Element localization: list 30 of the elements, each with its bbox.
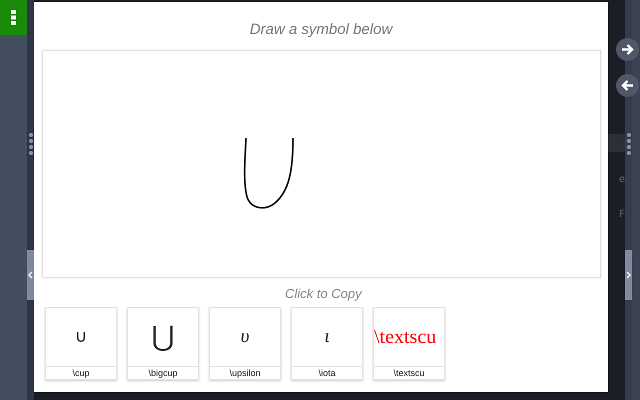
symbol-command: \bigcup xyxy=(128,366,198,379)
symbol-preview: \textscu xyxy=(374,326,436,348)
symbol-preview: υ xyxy=(240,326,250,348)
symbol-command: \textscu xyxy=(374,366,444,379)
dialog-title: Draw a symbol below xyxy=(250,21,392,39)
drawn-stroke xyxy=(243,138,294,209)
menu-icon xyxy=(11,10,16,25)
symbol-preview: ⋃ xyxy=(152,321,174,354)
symbol-card[interactable]: ∪ \cup xyxy=(45,307,117,380)
background-text: F xyxy=(619,210,625,220)
menu-button[interactable] xyxy=(0,0,27,35)
panel-row xyxy=(608,134,625,152)
symbol-command: \cup xyxy=(46,366,116,379)
chevron-right-icon xyxy=(626,271,631,279)
symbol-command: \upsilon xyxy=(210,366,280,379)
expand-tab[interactable] xyxy=(625,250,632,300)
drag-handle-icon[interactable] xyxy=(28,133,32,155)
collapse-tab[interactable] xyxy=(27,250,34,300)
drag-handle-icon[interactable] xyxy=(626,133,630,155)
symbol-preview: ι xyxy=(324,326,330,348)
symbol-card[interactable]: \textscu \textscu xyxy=(373,307,445,380)
background-text: e xyxy=(618,175,625,185)
symbol-card[interactable]: ⋃ \bigcup xyxy=(127,307,199,380)
symbol-card[interactable]: ι \iota xyxy=(291,307,363,380)
symbol-preview: ∪ xyxy=(74,327,88,347)
arrow-left-icon xyxy=(621,79,634,92)
symbol-command: \iota xyxy=(292,366,362,379)
symbol-card[interactable]: υ \upsilon xyxy=(209,307,281,380)
arrow-right-icon xyxy=(621,43,634,56)
click-to-copy-hint: Click to Copy xyxy=(285,286,362,301)
